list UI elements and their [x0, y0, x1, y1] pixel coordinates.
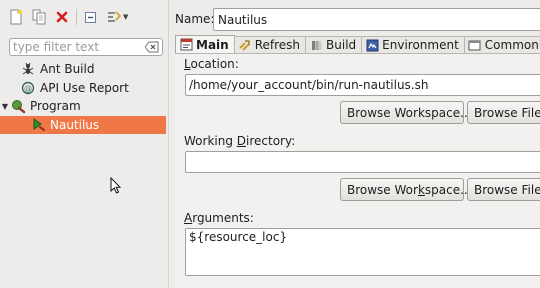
tab-label: Environment — [382, 38, 459, 52]
toolbar-separator — [76, 9, 77, 25]
collapse-all-button[interactable] — [80, 7, 100, 27]
filter-input[interactable] — [9, 38, 163, 56]
tab-common[interactable]: Common — [463, 36, 540, 53]
location-browse-file-system-button[interactable]: Browse File S — [467, 101, 540, 124]
ant-build-icon — [20, 61, 36, 77]
build-tab-icon — [309, 38, 323, 52]
location-browse-workspace-button[interactable]: Browse Workspace... — [340, 101, 472, 124]
config-tabs: Main Refresh Build Environment Common — [175, 35, 540, 53]
tree-item-program[interactable]: ▼ Program — [0, 97, 166, 116]
name-label: Name: — [175, 12, 215, 26]
tab-label: Main — [196, 37, 229, 52]
arguments-textarea[interactable]: ${resource_loc} — [185, 228, 540, 276]
panel-divider[interactable] — [168, 0, 173, 288]
tab-main[interactable]: Main — [175, 35, 235, 53]
filter-icon — [107, 10, 121, 22]
tree-item-api-use-report[interactable]: @ API Use Report — [0, 79, 166, 98]
duplicate-config-button[interactable] — [29, 7, 49, 27]
common-tab-icon — [468, 38, 482, 52]
tab-label: Common — [484, 38, 539, 52]
working-directory-browse-file-system-button[interactable]: Browse File S — [467, 178, 540, 201]
filter-dropdown-arrow-icon[interactable]: ▼ — [123, 13, 128, 21]
svg-text:@: @ — [24, 84, 32, 93]
tree-item-label: Ant Build — [40, 62, 95, 77]
new-config-button[interactable] — [6, 7, 26, 27]
clear-filter-icon[interactable] — [145, 41, 159, 53]
api-report-icon: @ — [20, 80, 36, 96]
working-directory-label: Working Directory: — [184, 134, 296, 148]
tree-item-nautilus[interactable]: Nautilus — [0, 115, 166, 134]
tree-item-label: Nautilus — [50, 117, 100, 132]
environment-tab-icon — [365, 38, 379, 52]
working-directory-browse-workspace-button[interactable]: Browse Workspace... — [340, 178, 472, 201]
expanded-twisty-icon[interactable]: ▼ — [0, 102, 10, 111]
new-config-icon — [10, 9, 23, 25]
tab-environment[interactable]: Environment — [361, 36, 465, 53]
tab-refresh[interactable]: Refresh — [233, 36, 307, 53]
delete-config-button[interactable] — [52, 7, 72, 27]
duplicate-icon — [32, 9, 45, 25]
filter-button[interactable] — [103, 7, 123, 27]
tree-item-label: API Use Report — [40, 80, 129, 95]
collapse-all-icon — [84, 11, 96, 23]
location-label: Location: — [184, 57, 239, 71]
arguments-label: Arguments: — [184, 211, 254, 225]
tab-build[interactable]: Build — [305, 36, 363, 53]
location-input[interactable] — [185, 74, 540, 96]
program-icon — [10, 98, 26, 114]
tree-item-ant-build[interactable]: Ant Build — [0, 60, 166, 79]
program-config-icon — [30, 117, 46, 133]
mouse-cursor-icon — [110, 177, 122, 194]
launch-config-tree: Ant Build @ API Use Report ▼ Program Nau… — [0, 60, 166, 134]
tree-item-label: Program — [30, 99, 81, 114]
name-input[interactable] — [213, 8, 540, 31]
launch-config-toolbar: ▼ — [6, 7, 128, 27]
delete-icon — [56, 11, 68, 23]
launch-config-tree-panel: ▼ Ant Build @ — [0, 0, 168, 288]
refresh-tab-icon — [238, 38, 252, 52]
working-directory-input[interactable] — [185, 151, 540, 173]
main-tab-icon — [179, 38, 193, 52]
tab-label: Refresh — [254, 38, 301, 52]
tab-label: Build — [326, 38, 357, 52]
